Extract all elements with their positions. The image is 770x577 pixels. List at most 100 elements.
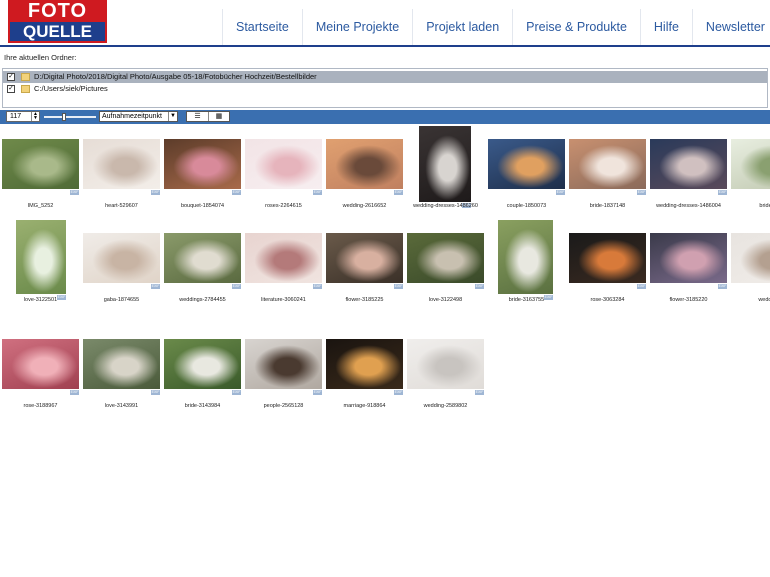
photo-thumbnail[interactable]: EXIF weddings-2784455 [164, 220, 241, 304]
photo-image[interactable] [16, 220, 66, 294]
photo-thumbnail[interactable]: EXIF literature-3060241 [245, 220, 322, 304]
nav-startseite[interactable]: Startseite [222, 9, 302, 45]
main-nav: Startseite Meine Projekte Projekt laden … [222, 9, 770, 45]
photo-thumbnail[interactable]: EXIF wedding-dresses-1486004 [650, 126, 727, 210]
photo-thumbnail[interactable]: EXIF marriage-918864 [326, 326, 403, 410]
photo-thumbnail[interactable]: EXIF love-3143991 [83, 326, 160, 410]
chevron-down-icon[interactable]: ▼ [168, 112, 177, 121]
photo-thumbnail[interactable]: EXIF bride-1837148 [569, 126, 646, 210]
slider-handle[interactable] [62, 113, 66, 121]
photo-image[interactable] [569, 233, 646, 283]
sort-select[interactable]: Aufnahmezeitpunkt ▼ [99, 111, 178, 122]
photo-thumbnail[interactable]: EXIF rose-3188967 [2, 326, 79, 410]
photo-thumbnail[interactable]: EXIF wedding-2589802 [407, 326, 484, 410]
photo-thumbnail[interactable]: EXIF flower-3185220 [650, 220, 727, 304]
photo-caption: flower-3185225 [345, 297, 384, 303]
exif-badge: EXIF [313, 390, 322, 395]
grid-view-icon[interactable]: ▦ [207, 112, 229, 121]
folder-checkbox[interactable]: ✓ [7, 85, 15, 93]
photo-thumbnail[interactable]: EXIF wedding-dresses-1486260 [407, 126, 484, 210]
photo-image[interactable] [83, 139, 160, 189]
photo-image[interactable] [164, 339, 241, 389]
photo-caption: IMG_5252 [27, 203, 54, 209]
thumb-size-value: 117 [10, 113, 22, 120]
photo-image[interactable] [488, 139, 565, 189]
photo-image[interactable] [83, 339, 160, 389]
photo-caption: wedding- [758, 297, 770, 303]
thumb-size-stepper[interactable]: 117 ▲ ▼ [6, 111, 40, 122]
photo-caption: bride-18 [759, 203, 770, 209]
photo-image[interactable] [419, 126, 471, 202]
list-view-icon[interactable]: ☰ [187, 112, 208, 121]
photo-thumbnail[interactable]: EXIF bride-3143984 [164, 326, 241, 410]
app-header: FOTO QUELLE Startseite Meine Projekte Pr… [0, 0, 770, 47]
photo-thumbnail[interactable]: EXIF love-3122501 [2, 220, 79, 304]
photo-image[interactable] [164, 139, 241, 189]
exif-badge: EXIF [637, 284, 646, 289]
photo-thumbnail[interactable]: EXIFbride-18 [731, 126, 770, 210]
folder-path: D:/Digital Photo/2018/Digital Photo/Ausg… [34, 72, 317, 81]
photo-image[interactable] [731, 139, 770, 189]
photo-caption: flower-3185220 [669, 297, 708, 303]
photo-image[interactable] [245, 339, 322, 389]
photo-image[interactable] [569, 139, 646, 189]
photo-thumbnail[interactable]: EXIF bouquet-1854074 [164, 126, 241, 210]
nav-newsletter[interactable]: Newsletter [691, 9, 770, 45]
photo-caption: rose-3063284 [590, 297, 625, 303]
photo-thumbnail[interactable]: EXIF heart-529607 [83, 126, 160, 210]
photo-thumbnail[interactable]: EXIF people-2565128 [245, 326, 322, 410]
foto-quelle-logo[interactable]: FOTO QUELLE [8, 0, 107, 43]
photo-caption: rose-3188967 [23, 403, 58, 409]
photo-thumbnail[interactable]: EXIF roses-2264615 [245, 126, 322, 210]
photo-thumbnail[interactable]: EXIF love-3122498 [407, 220, 484, 304]
photo-image[interactable] [245, 233, 322, 283]
view-toolbar: 117 ▲ ▼ Aufnahmezeitpunkt ▼ ☰ ▦ [0, 110, 770, 124]
photo-image[interactable] [731, 233, 770, 283]
thumb-size-slider[interactable] [44, 113, 96, 121]
folder-path: C:/Users/siek/Pictures [34, 84, 108, 93]
photo-thumbnail[interactable]: EXIF rose-3063284 [569, 220, 646, 304]
exif-badge: EXIF [475, 390, 484, 395]
photo-thumbnail[interactable]: EXIFwedding- [731, 220, 770, 304]
exif-badge: EXIF [313, 190, 322, 195]
folder-row[interactable]: ✓ D:/Digital Photo/2018/Digital Photo/Au… [3, 71, 767, 83]
stepper-arrows-icon[interactable]: ▲ ▼ [31, 112, 39, 121]
photo-image[interactable] [326, 233, 403, 283]
logo-top-text: FOTO [27, 0, 88, 22]
photo-image[interactable] [498, 220, 553, 294]
photo-image[interactable] [650, 139, 727, 189]
folder-list: ✓ D:/Digital Photo/2018/Digital Photo/Au… [2, 68, 768, 108]
nav-projekt-laden[interactable]: Projekt laden [412, 9, 512, 45]
folder-icon [21, 85, 30, 93]
photo-image[interactable] [407, 233, 484, 283]
photo-caption: literature-3060241 [261, 297, 306, 303]
nav-meine-projekte[interactable]: Meine Projekte [301, 9, 412, 45]
folder-section-label: Ihre aktuellen Ordner: [4, 53, 77, 62]
photo-thumbnail[interactable]: EXIF wedding-2616652 [326, 126, 403, 210]
photo-image[interactable] [407, 339, 484, 389]
photo-image[interactable] [650, 233, 727, 283]
photo-image[interactable] [326, 139, 403, 189]
exif-badge: EXIF [151, 284, 160, 289]
photo-image[interactable] [83, 233, 160, 283]
photo-image[interactable] [2, 139, 79, 189]
exif-badge: EXIF [232, 390, 241, 395]
photo-thumbnail[interactable]: EXIF couple-1850073 [488, 126, 565, 210]
photo-thumbnail[interactable]: EXIF flower-3185225 [326, 220, 403, 304]
exif-badge: EXIF [394, 190, 403, 195]
photo-image[interactable] [326, 339, 403, 389]
nav-hilfe[interactable]: Hilfe [639, 9, 692, 45]
exif-badge: EXIF [70, 390, 79, 395]
folder-row[interactable]: ✓ C:/Users/siek/Pictures [3, 83, 767, 95]
folder-icon [21, 73, 30, 81]
photo-caption: wedding-dresses-1486004 [656, 203, 721, 209]
photo-thumbnail[interactable]: EXIF IMG_5252 [2, 126, 79, 210]
photo-thumbnail[interactable]: EXIF bride-3163755 [488, 220, 565, 304]
photo-image[interactable] [245, 139, 322, 189]
photo-image[interactable] [164, 233, 241, 283]
photo-thumbnail[interactable]: EXIF gaba-1874655 [83, 220, 160, 304]
folder-checkbox[interactable]: ✓ [7, 73, 15, 81]
photo-image[interactable] [2, 339, 79, 389]
nav-preise-produkte[interactable]: Preise & Produkte [512, 9, 640, 45]
exif-badge: EXIF [637, 190, 646, 195]
